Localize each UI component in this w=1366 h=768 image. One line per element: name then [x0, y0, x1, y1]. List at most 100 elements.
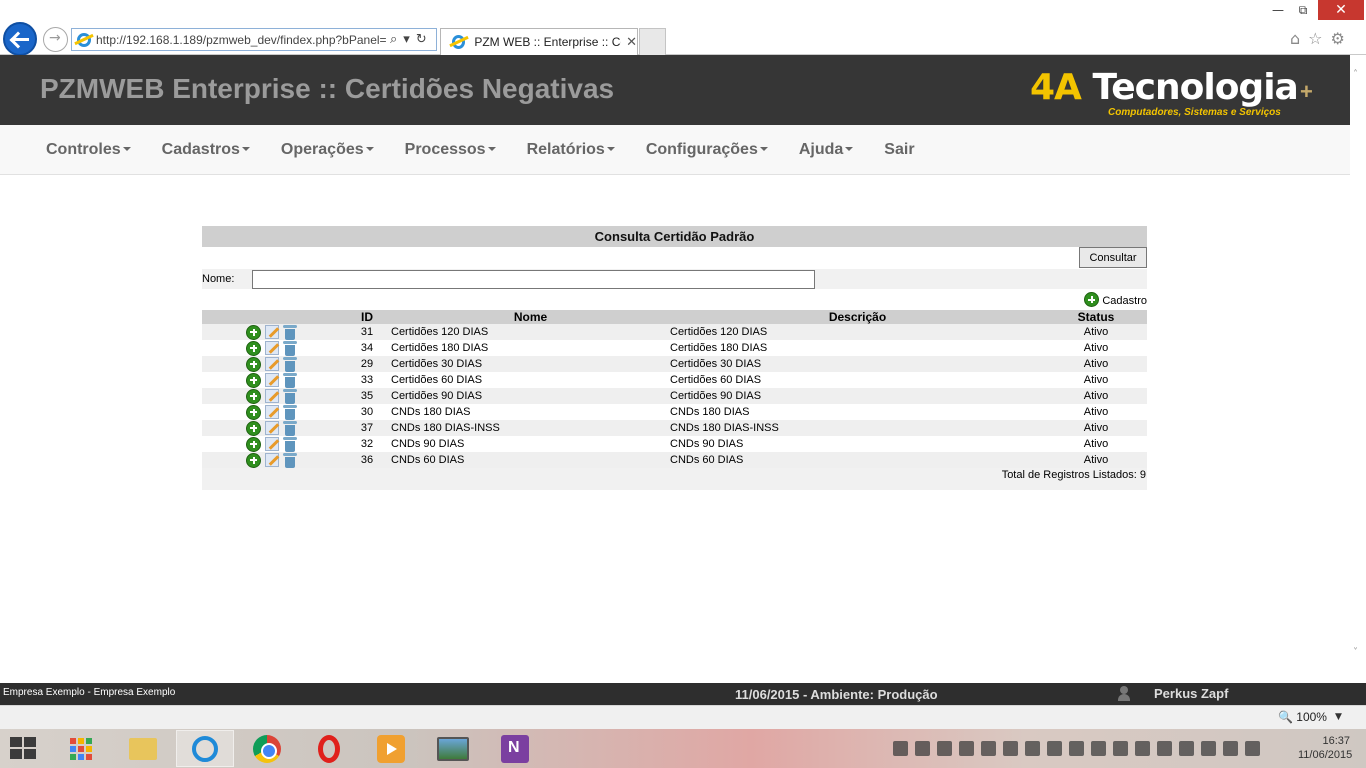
tray-icon[interactable]	[1135, 741, 1150, 756]
add-icon[interactable]	[246, 340, 261, 356]
nav-configuracoes[interactable]: Configurações	[630, 141, 783, 159]
edit-icon[interactable]	[265, 437, 279, 451]
tray-icon[interactable]	[1047, 741, 1062, 756]
nav-relatorios[interactable]: Relatórios	[511, 141, 630, 159]
cadastro-link[interactable]: Cadastro	[1084, 292, 1147, 307]
cell-descricao: CNDs 90 DIAS	[670, 438, 744, 450]
nav-ajuda[interactable]: Ajuda	[783, 141, 868, 159]
browser-chrome: http://192.168.1.189/pzmweb_dev/findex.p…	[0, 0, 1366, 56]
nav-controles[interactable]: Controles	[30, 141, 146, 159]
tray-icon[interactable]	[959, 741, 974, 756]
delete-icon[interactable]	[283, 372, 297, 388]
delete-icon[interactable]	[283, 356, 297, 372]
start-button[interactable]	[10, 737, 38, 761]
page-scrollbar[interactable]: ˄ ˅	[1350, 55, 1366, 683]
delete-icon[interactable]	[283, 324, 297, 340]
browser-tab[interactable]: PZM WEB :: Enterprise :: Co... ✕	[440, 28, 638, 55]
scroll-down-icon[interactable]: ˅	[1353, 647, 1358, 658]
cell-status: Ativo	[1083, 406, 1109, 418]
chrome-icon[interactable]	[238, 730, 296, 767]
zoom-level[interactable]: 🔍 100%	[1278, 710, 1327, 724]
photo-viewer-icon[interactable]	[424, 730, 482, 767]
delete-icon[interactable]	[283, 452, 297, 468]
consultar-button[interactable]: Consultar	[1079, 247, 1147, 268]
refresh-icon[interactable]: ↻	[416, 32, 427, 47]
address-text[interactable]: http://192.168.1.189/pzmweb_dev/findex.p…	[96, 33, 386, 47]
cell-id: 32	[360, 438, 374, 450]
delete-icon[interactable]	[283, 340, 297, 356]
search-icon[interactable]: ⌕	[390, 32, 397, 47]
edit-icon[interactable]	[265, 405, 279, 419]
nav-sair[interactable]: Sair	[868, 141, 929, 159]
delete-icon[interactable]	[283, 404, 297, 420]
nav-cadastros[interactable]: Cadastros	[146, 141, 265, 159]
taskbar-clock[interactable]: 16:37 11/06/2015	[1298, 734, 1352, 762]
add-icon[interactable]	[246, 404, 261, 420]
new-tab-button[interactable]	[639, 28, 666, 55]
edit-icon[interactable]	[265, 341, 279, 355]
add-icon[interactable]	[246, 356, 261, 372]
edit-icon[interactable]	[265, 389, 279, 403]
restore-button[interactable]: ⧉	[1292, 0, 1314, 20]
edit-icon[interactable]	[265, 325, 279, 339]
nav-operacoes[interactable]: Operações	[265, 141, 389, 159]
minimize-button[interactable]: —	[1268, 0, 1288, 20]
internet-explorer-icon[interactable]	[176, 730, 234, 767]
address-bar[interactable]: http://192.168.1.189/pzmweb_dev/findex.p…	[71, 28, 437, 51]
nav-processos[interactable]: Processos	[389, 141, 511, 159]
back-button[interactable]	[3, 22, 37, 56]
tray-icon[interactable]	[937, 741, 952, 756]
delete-icon[interactable]	[283, 420, 297, 436]
tray-icon[interactable]	[1025, 741, 1040, 756]
delete-icon[interactable]	[283, 436, 297, 452]
add-icon[interactable]	[246, 388, 261, 404]
gear-icon[interactable]: ⚙	[1331, 29, 1345, 48]
tray-icon[interactable]	[1113, 741, 1128, 756]
dropdown-icon[interactable]: ▾	[403, 32, 410, 47]
close-window-button[interactable]: ✕	[1318, 0, 1364, 20]
cell-id: 33	[360, 374, 374, 386]
add-icon[interactable]	[246, 436, 261, 452]
tray-icon[interactable]	[1245, 741, 1260, 756]
table-row: 32 CNDs 90 DIAS CNDs 90 DIAS Ativo	[202, 436, 1147, 452]
zoom-dropdown-icon[interactable]: ▼	[1335, 712, 1342, 722]
windows-taskbar: 16:37 11/06/2015	[0, 729, 1366, 768]
media-player-icon[interactable]	[362, 730, 420, 767]
tab-title: PZM WEB :: Enterprise :: Co...	[474, 35, 622, 49]
tray-icon[interactable]	[1091, 741, 1106, 756]
tray-icon[interactable]	[1003, 741, 1018, 756]
edit-icon[interactable]	[265, 421, 279, 435]
app-header: PZMWEB Enterprise :: Certidões Negativas…	[0, 55, 1350, 125]
cell-nome: CNDs 90 DIAS	[391, 438, 465, 450]
nome-input[interactable]	[252, 270, 815, 289]
scroll-up-icon[interactable]: ˄	[1353, 69, 1358, 80]
opera-icon[interactable]	[300, 730, 358, 767]
file-explorer-icon[interactable]	[114, 730, 172, 767]
add-icon[interactable]	[246, 372, 261, 388]
apps-icon[interactable]	[52, 730, 110, 767]
add-icon[interactable]	[246, 420, 261, 436]
onenote-icon[interactable]	[486, 730, 544, 767]
add-icon	[1084, 292, 1100, 307]
tray-icon[interactable]	[981, 741, 996, 756]
tray-icon[interactable]	[1223, 741, 1238, 756]
edit-icon[interactable]	[265, 453, 279, 467]
col-status: Status	[1045, 310, 1147, 324]
home-icon[interactable]: ⌂	[1290, 29, 1300, 48]
edit-icon[interactable]	[265, 373, 279, 387]
forward-button[interactable]	[43, 27, 68, 52]
tray-icon[interactable]	[1069, 741, 1084, 756]
tray-icon[interactable]	[1201, 741, 1216, 756]
cell-id: 34	[360, 342, 374, 354]
tab-close-icon[interactable]: ✕	[626, 35, 637, 50]
tray-icon[interactable]	[1179, 741, 1194, 756]
add-icon[interactable]	[246, 452, 261, 468]
table-row: 36 CNDs 60 DIAS CNDs 60 DIAS Ativo	[202, 452, 1147, 468]
tray-icon[interactable]	[915, 741, 930, 756]
tray-icon[interactable]	[893, 741, 908, 756]
add-icon[interactable]	[246, 324, 261, 340]
tray-icon[interactable]	[1157, 741, 1172, 756]
star-icon[interactable]: ☆	[1308, 29, 1322, 48]
delete-icon[interactable]	[283, 388, 297, 404]
edit-icon[interactable]	[265, 357, 279, 371]
